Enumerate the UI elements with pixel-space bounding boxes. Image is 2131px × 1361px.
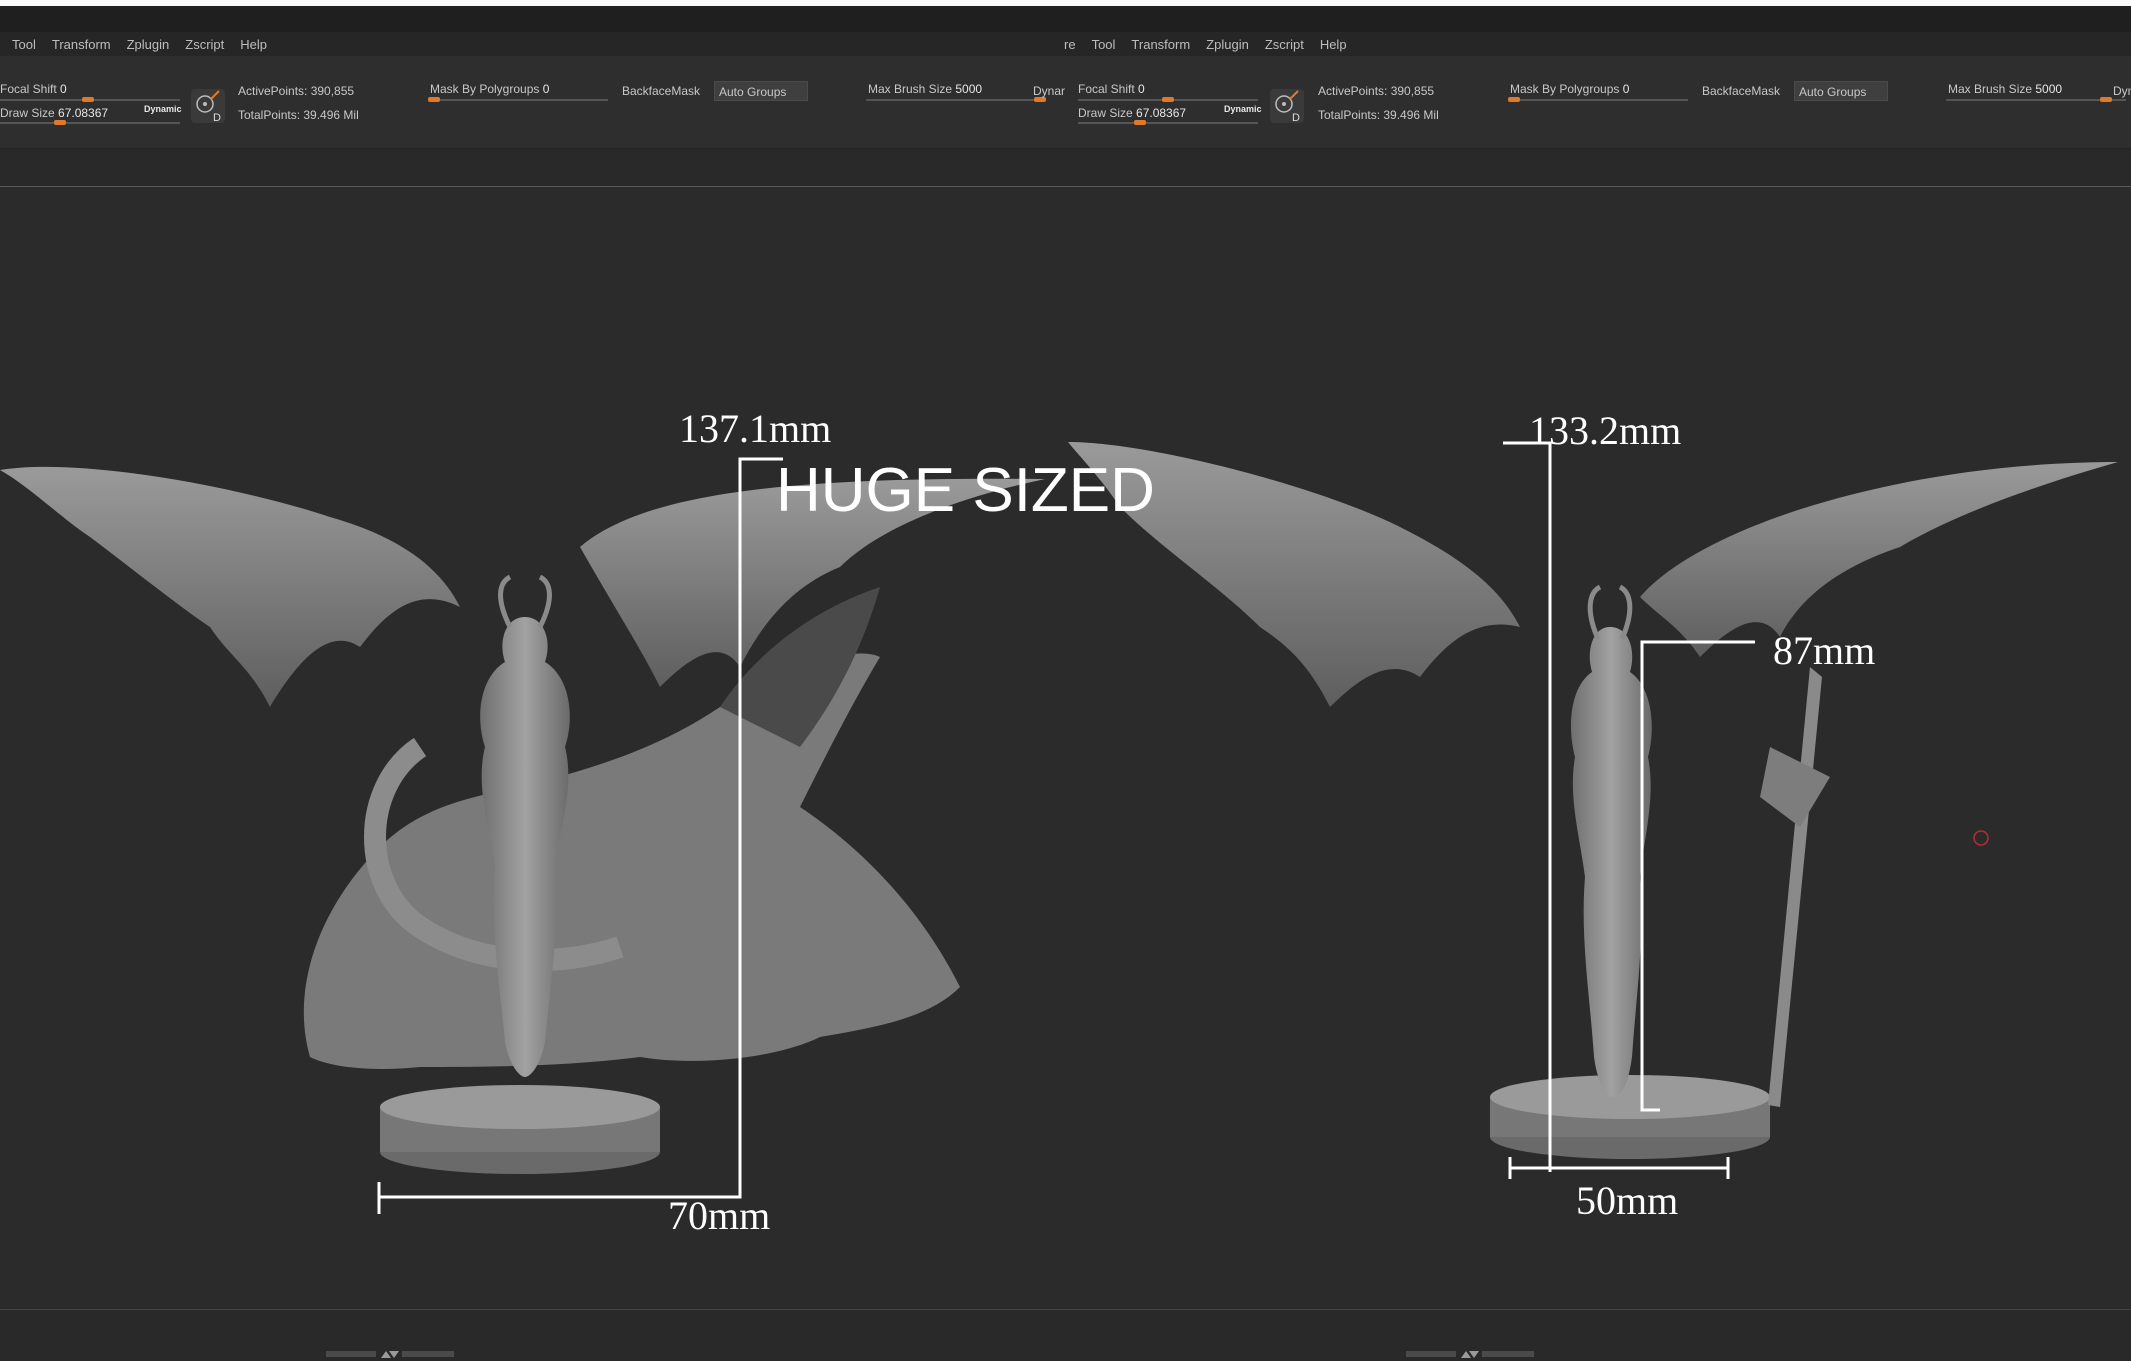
target-icon: D [196,90,221,124]
menu-group-right: re Tool Transform Zplugin Zscript Help [1064,32,1363,56]
right-base-top [1490,1075,1770,1119]
left-wing-left [0,466,460,707]
draw-size-slider[interactable]: Draw Size 67.08367 [1078,106,1186,120]
menu-zscript[interactable]: Zscript [185,37,224,52]
cursor-marker-icon [1973,830,1989,846]
focal-shift-slider[interactable]: Focal Shift 0 [1078,82,1145,96]
menu-re[interactable]: re [1064,37,1076,52]
draw-size-track[interactable] [0,122,180,124]
menu-help[interactable]: Help [1320,37,1347,52]
left-height-label: 137.1mm [679,406,832,451]
left-base-label: 70mm [668,1193,771,1238]
max-brush-size-slider[interactable]: Max Brush Size 5000 [1948,82,2062,96]
menu-zscript[interactable]: Zscript [1265,37,1304,52]
mask-by-polygroups-slider[interactable]: Mask By Polygroups 0 [1510,82,1629,96]
mask-by-polygroups-knob[interactable] [1508,97,1520,102]
auto-groups-button[interactable]: Auto Groups [714,81,808,101]
left-horn [498,574,513,629]
dynamic-button-cut[interactable]: Dyn [2113,84,2131,98]
right-figure-horn [1587,584,1602,640]
right-base-label: 50mm [1576,1178,1679,1223]
focal-shift-slider[interactable]: Focal Shift 0 [0,82,67,96]
menu-zplugin[interactable]: Zplugin [1206,37,1249,52]
total-points: TotalPoints: 39.496 Mil [1318,108,1439,122]
right-figure [1570,627,1652,1097]
left-base-top [380,1085,660,1129]
menu-help[interactable]: Help [240,37,267,52]
right-model [1068,442,2118,1159]
focal-shift-knob[interactable] [82,97,94,102]
target-icon: D [1275,90,1300,124]
mask-by-polygroups-track[interactable] [1508,99,1688,101]
left-model [0,466,1045,1174]
bottom-bar [0,1309,2131,1361]
expand-arrows-icon[interactable] [1459,1348,1481,1360]
draw-size-knob[interactable] [1134,120,1146,125]
dynamic-toggle[interactable]: Dynamic [1224,104,1262,114]
menu-zplugin[interactable]: Zplugin [127,37,170,52]
menu-transform[interactable]: Transform [1131,37,1190,52]
menu-group-left: Tool Transform Zplugin Zscript Help [12,32,283,56]
draw-size-knob[interactable] [54,120,66,125]
dragon-body [303,653,960,1069]
sword-blade [1768,667,1822,1107]
scroll-segment-right[interactable] [1482,1351,1534,1357]
mask-by-polygroups-track[interactable] [428,99,608,101]
dynamic-toggle[interactable]: Dynamic [144,104,182,114]
backface-mask-toggle[interactable]: BackfaceMask [1702,84,1780,98]
title-strip [0,6,2131,32]
scroll-segment-right[interactable] [402,1351,454,1357]
dynamic-size-icon[interactable]: D [191,89,225,124]
figure-height-label: 87mm [1773,628,1876,673]
right-horn [537,574,552,629]
backface-mask-toggle[interactable]: BackfaceMask [622,84,700,98]
d-letter: D [213,112,221,123]
max-brush-size-track[interactable] [866,99,1046,101]
right-wing-right [1640,462,2118,657]
dynamic-button-cut[interactable]: Dynar [1033,84,1065,98]
active-points: ActivePoints: 390,855 [1318,84,1435,98]
scroll-segment-left[interactable] [1406,1351,1456,1357]
brush-toolbar: Focal Shift 0 Draw Size 67.08367 Dynamic… [0,56,2131,148]
total-points: TotalPoints: 39.496 Mil [238,108,359,122]
max-brush-size-knob[interactable] [2100,97,2112,102]
sword-guard [1760,747,1830,827]
menu-tool[interactable]: Tool [1092,37,1116,52]
right-height-line [1503,441,1552,1172]
menu-bar: Tool Transform Zplugin Zscript Help re T… [0,32,2131,56]
d-letter: D [1292,112,1300,123]
mask-by-polygroups-slider[interactable]: Mask By Polygroups 0 [430,82,549,96]
max-brush-size-slider[interactable]: Max Brush Size 5000 [868,82,982,96]
auto-groups-button[interactable]: Auto Groups [1794,81,1888,101]
dynamic-size-icon[interactable]: D [1270,89,1304,124]
model-render [0,441,2118,1214]
max-brush-size-track[interactable] [1946,99,2126,101]
right-height-label: 133.2mm [1529,408,1682,453]
menu-transform[interactable]: Transform [52,37,111,52]
figure-height-line [1640,640,1755,1112]
expand-arrows-icon[interactable] [379,1348,401,1360]
canvas-title: HUGE SIZED [776,456,1155,525]
mask-by-polygroups-knob[interactable] [428,97,440,102]
menu-tool[interactable]: Tool [12,37,36,52]
draw-size-track[interactable] [1078,122,1258,124]
active-points: ActivePoints: 390,855 [238,84,355,98]
scroll-segment-left[interactable] [326,1351,376,1357]
draw-size-slider[interactable]: Draw Size 67.08367 [0,106,108,120]
focal-shift-knob[interactable] [1162,97,1174,102]
canvas-viewport[interactable]: HUGE SIZED 137.1mm 70mm 133.2mm 87mm 50m… [0,187,2131,1309]
toolbar-separator [0,148,2131,187]
